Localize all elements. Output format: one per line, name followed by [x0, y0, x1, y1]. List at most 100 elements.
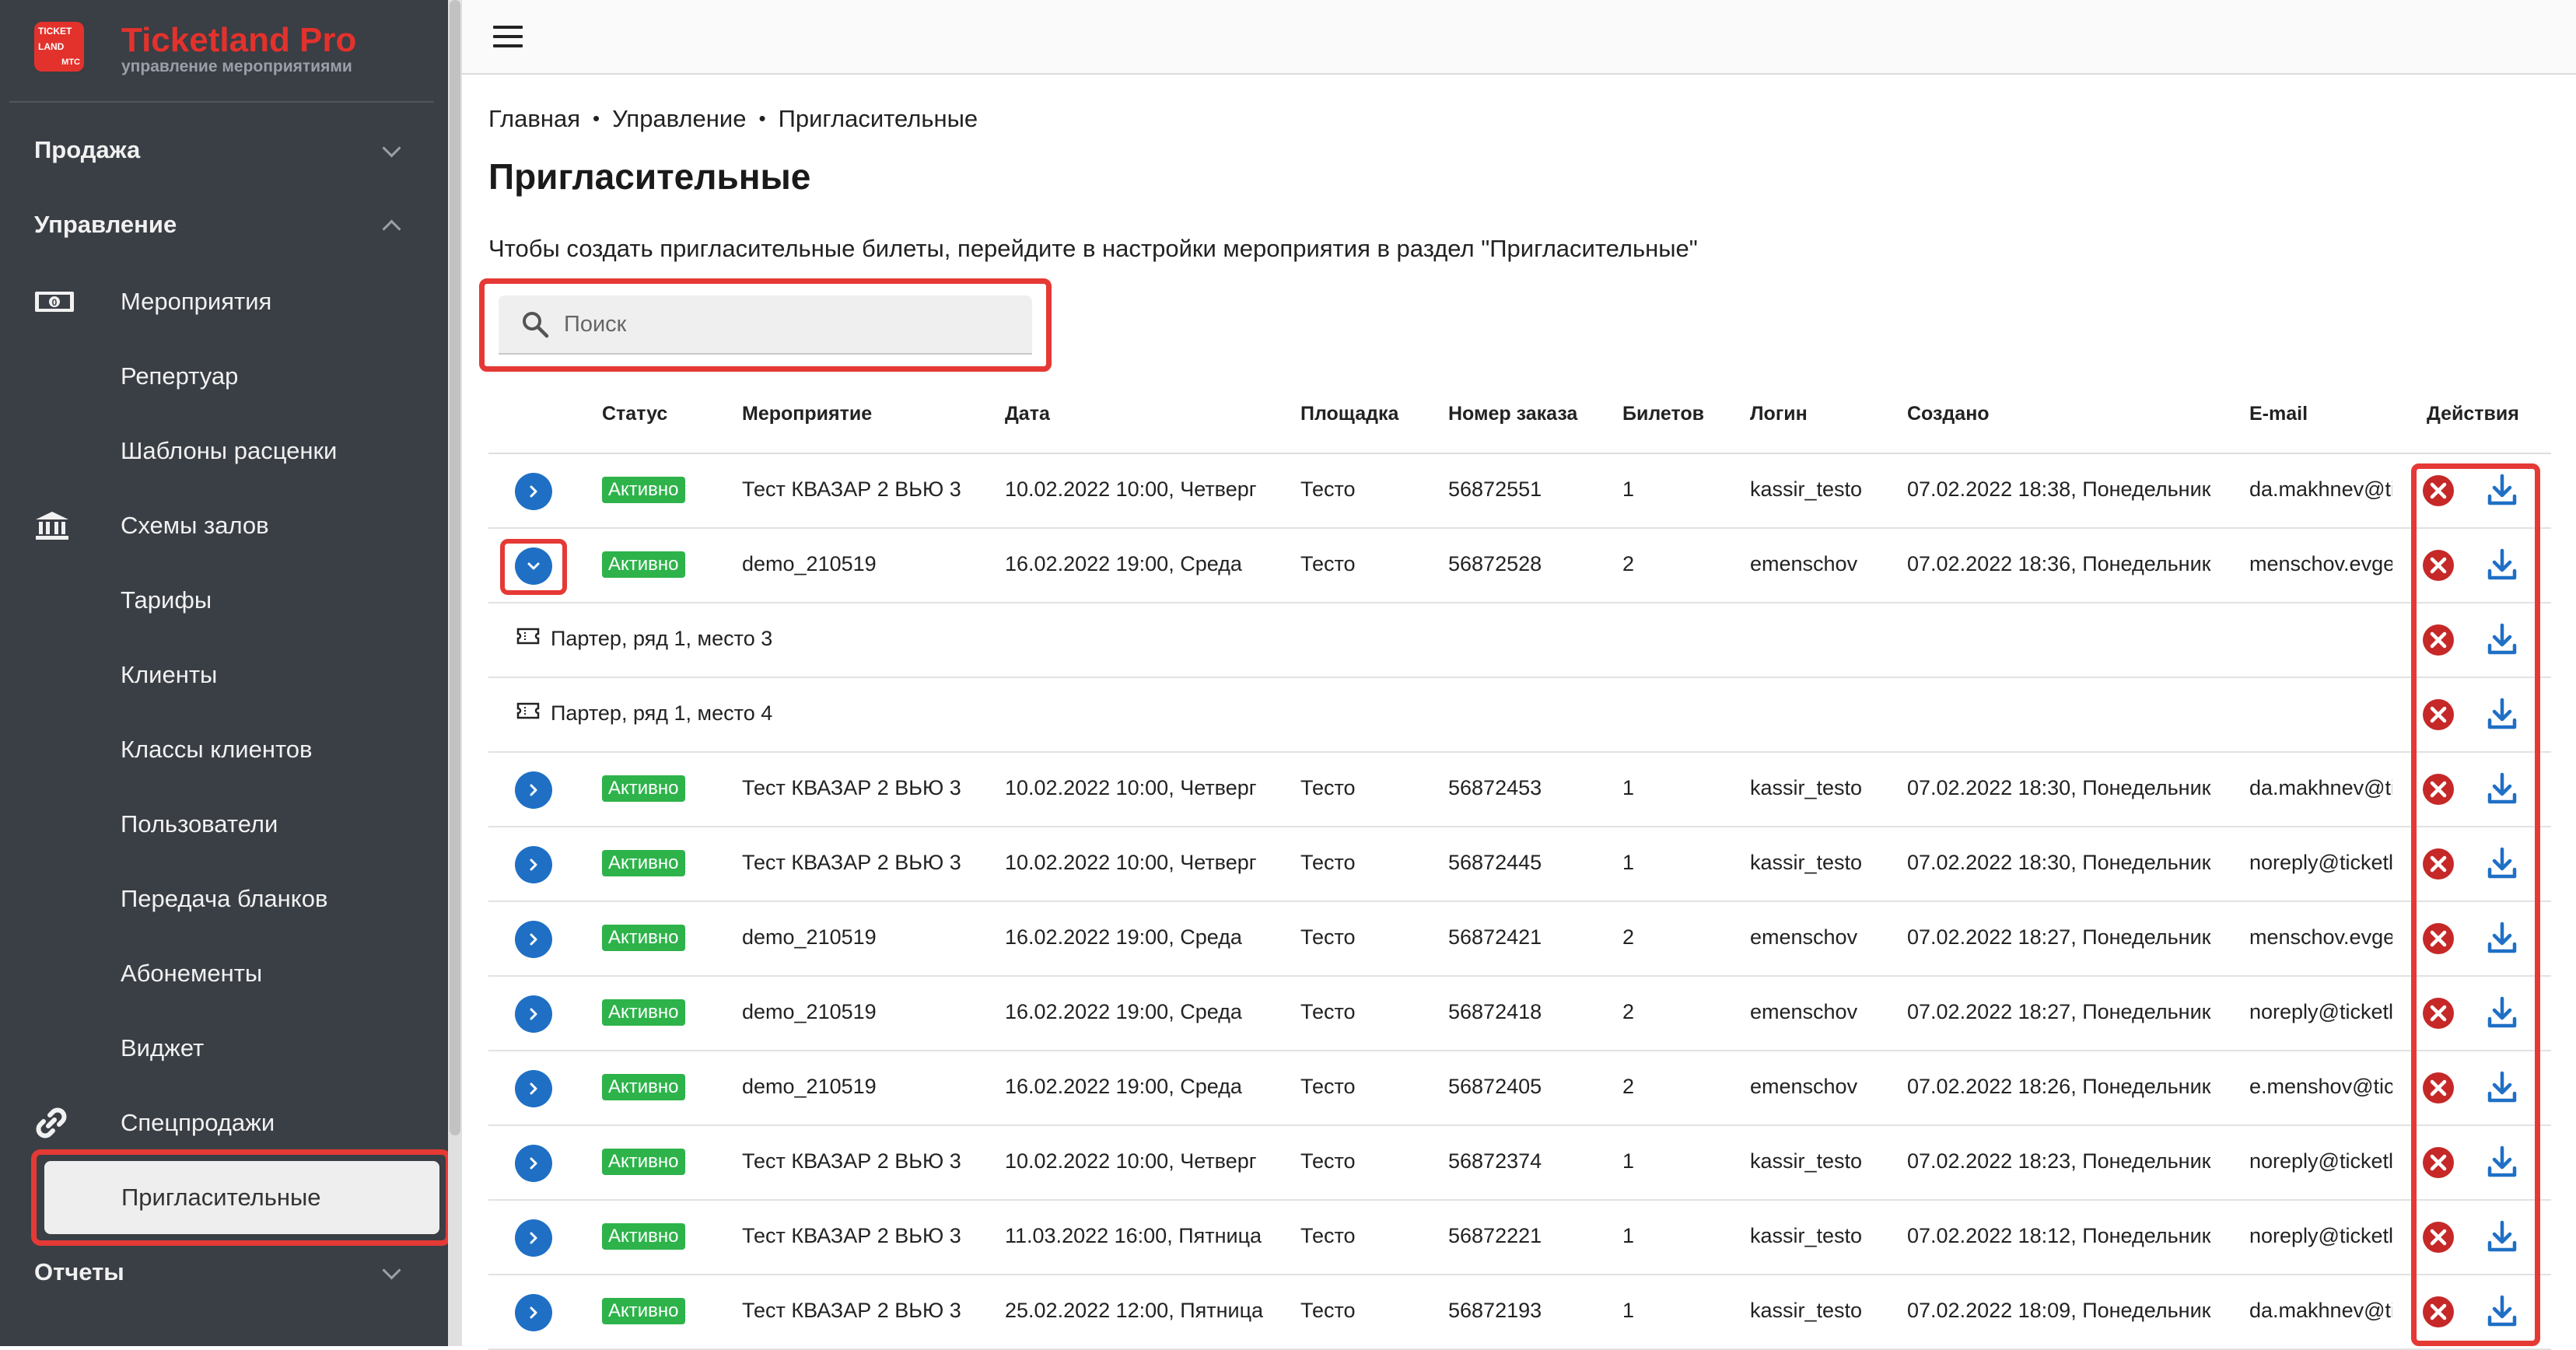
delete-icon[interactable]	[2422, 1221, 2455, 1254]
login-cell: emenschov	[1750, 925, 1858, 949]
download-icon[interactable]	[2486, 995, 2518, 1030]
col-event[interactable]: Мероприятие	[742, 403, 872, 425]
sidebar-item-repertoire[interactable]: Репертуар	[34, 349, 439, 404]
col-email[interactable]: E-mail	[2249, 403, 2308, 425]
download-icon[interactable]	[2486, 771, 2518, 806]
download-icon[interactable]	[2486, 1219, 2518, 1254]
sidebar-section-management[interactable]: Управление	[34, 201, 401, 248]
ticket-icon	[516, 627, 540, 651]
sidebar-item-widget[interactable]: Виджет	[34, 1021, 439, 1075]
sidebar-item-events[interactable]: 0 Мероприятия	[34, 275, 439, 329]
search-icon	[523, 312, 549, 338]
download-icon[interactable]	[2486, 547, 2518, 582]
email-cell: da.makhnev@ti	[2249, 477, 2392, 501]
expand-row-button[interactable]	[515, 846, 552, 883]
brand-logo[interactable]: TICKET LAND МТС Ticketland Pro управлени…	[34, 22, 356, 84]
expand-row-button[interactable]	[515, 1070, 552, 1107]
created-cell: 07.02.2022 18:09, Понедельник	[1907, 1299, 2211, 1322]
venue-cell: Тесто	[1300, 925, 1356, 949]
expand-row-button[interactable]	[515, 473, 552, 510]
download-icon[interactable]	[2486, 697, 2518, 731]
sidebar-section-reports[interactable]: Отчеты	[34, 1249, 401, 1296]
email-cell: noreply@ticketl	[2249, 1000, 2392, 1023]
tickets-cell: 1	[1622, 1299, 1635, 1322]
link-icon	[34, 1107, 86, 1138]
collapse-row-button[interactable]	[515, 547, 552, 585]
expand-row-button[interactable]	[515, 921, 552, 958]
col-tickets[interactable]: Билетов	[1622, 403, 1704, 425]
login-cell: kassir_testo	[1750, 1149, 1863, 1173]
delete-icon[interactable]	[2422, 773, 2455, 806]
download-icon[interactable]	[2486, 1145, 2518, 1179]
breadcrumb-management[interactable]: Управление	[612, 105, 746, 133]
order-cell: 56872405	[1448, 1075, 1542, 1098]
col-order[interactable]: Номер заказа	[1448, 403, 1577, 425]
tickets-cell: 2	[1622, 1000, 1635, 1023]
sidebar-item-price-templates[interactable]: Шаблоны расценки	[34, 424, 439, 478]
menu-icon[interactable]	[493, 26, 523, 47]
status-badge: Активно	[602, 1298, 685, 1324]
venue-cell: Тесто	[1300, 1224, 1356, 1247]
status-badge: Активно	[602, 1223, 685, 1250]
sidebar-section-sales[interactable]: Продажа	[34, 127, 401, 173]
delete-icon[interactable]	[2422, 997, 2455, 1030]
col-created[interactable]: Создано	[1907, 403, 1990, 425]
sidebar-item-special-sales[interactable]: Спецпродажи	[34, 1096, 439, 1150]
sidebar-scrollbar[interactable]	[448, 0, 462, 1346]
download-icon[interactable]	[2486, 1070, 2518, 1104]
expand-row-button[interactable]	[515, 1219, 552, 1257]
download-icon[interactable]	[2486, 473, 2518, 507]
delete-icon[interactable]	[2422, 698, 2455, 731]
venue-cell: Тесто	[1300, 1299, 1356, 1322]
download-icon[interactable]	[2486, 846, 2518, 880]
delete-icon[interactable]	[2422, 1146, 2455, 1179]
table-row: Активно Тест КВАЗАР 2 ВЬЮ 3 25.02.2022 12:…	[488, 1275, 2551, 1350]
venue-cell: Тесто	[1300, 1149, 1356, 1173]
date-cell: 16.02.2022 19:00, Среда	[1005, 1000, 1242, 1023]
order-cell: 56872374	[1448, 1149, 1542, 1173]
sidebar-item-invitations[interactable]: Пригласительные	[44, 1161, 439, 1234]
event-cell: demo_210519	[742, 925, 877, 949]
delete-icon[interactable]	[2422, 624, 2455, 656]
table-row: Активно demo_210519 16.02.2022 19:00, Сред…	[488, 1051, 2551, 1126]
sidebar-item-subscriptions[interactable]: Абонементы	[34, 946, 439, 1001]
status-badge: Активно	[602, 775, 685, 802]
sidebar-item-tariffs[interactable]: Тарифы	[34, 573, 439, 628]
ticket-seat: Партер, ряд 1, место 3	[551, 627, 773, 650]
search-field[interactable]	[499, 296, 1032, 355]
sidebar-item-blank-transfer[interactable]: Передача бланков	[34, 872, 439, 926]
col-login[interactable]: Логин	[1750, 403, 1808, 425]
col-date[interactable]: Дата	[1005, 403, 1050, 425]
download-icon[interactable]	[2486, 622, 2518, 656]
delete-icon[interactable]	[2422, 549, 2455, 582]
download-icon[interactable]	[2486, 921, 2518, 955]
delete-icon[interactable]	[2422, 848, 2455, 880]
ticketland-logo-icon: TICKET LAND МТС	[34, 22, 84, 72]
event-cell: demo_210519	[742, 1075, 877, 1098]
event-cell: Тест КВАЗАР 2 ВЬЮ 3	[742, 776, 961, 799]
created-cell: 07.02.2022 18:12, Понедельник	[1907, 1224, 2211, 1247]
delete-icon[interactable]	[2422, 922, 2455, 955]
sidebar-item-clients[interactable]: Клиенты	[34, 648, 439, 702]
date-cell: 16.02.2022 19:00, Среда	[1005, 925, 1242, 949]
col-venue[interactable]: Площадка	[1300, 403, 1398, 425]
expand-row-button[interactable]	[515, 1145, 552, 1182]
sidebar-item-hall-schemes[interactable]: Схемы залов	[34, 498, 439, 553]
login-cell: kassir_testo	[1750, 1224, 1863, 1247]
date-cell: 16.02.2022 19:00, Среда	[1005, 552, 1242, 575]
breadcrumb-home[interactable]: Главная	[488, 105, 580, 133]
delete-icon[interactable]	[2422, 474, 2455, 507]
event-cell: demo_210519	[742, 1000, 877, 1023]
delete-icon[interactable]	[2422, 1072, 2455, 1104]
expand-row-button[interactable]	[515, 1294, 552, 1331]
download-icon[interactable]	[2486, 1294, 2518, 1328]
delete-icon[interactable]	[2422, 1296, 2455, 1328]
col-status[interactable]: Статус	[602, 403, 667, 425]
venue-cell: Тесто	[1300, 851, 1356, 874]
sidebar-item-users[interactable]: Пользователи	[34, 797, 439, 852]
expand-row-button[interactable]	[515, 995, 552, 1033]
search-input[interactable]	[564, 311, 999, 338]
sidebar-item-client-classes[interactable]: Классы клиентов	[34, 722, 439, 777]
expand-row-button[interactable]	[515, 771, 552, 809]
svg-text:0: 0	[52, 297, 58, 308]
